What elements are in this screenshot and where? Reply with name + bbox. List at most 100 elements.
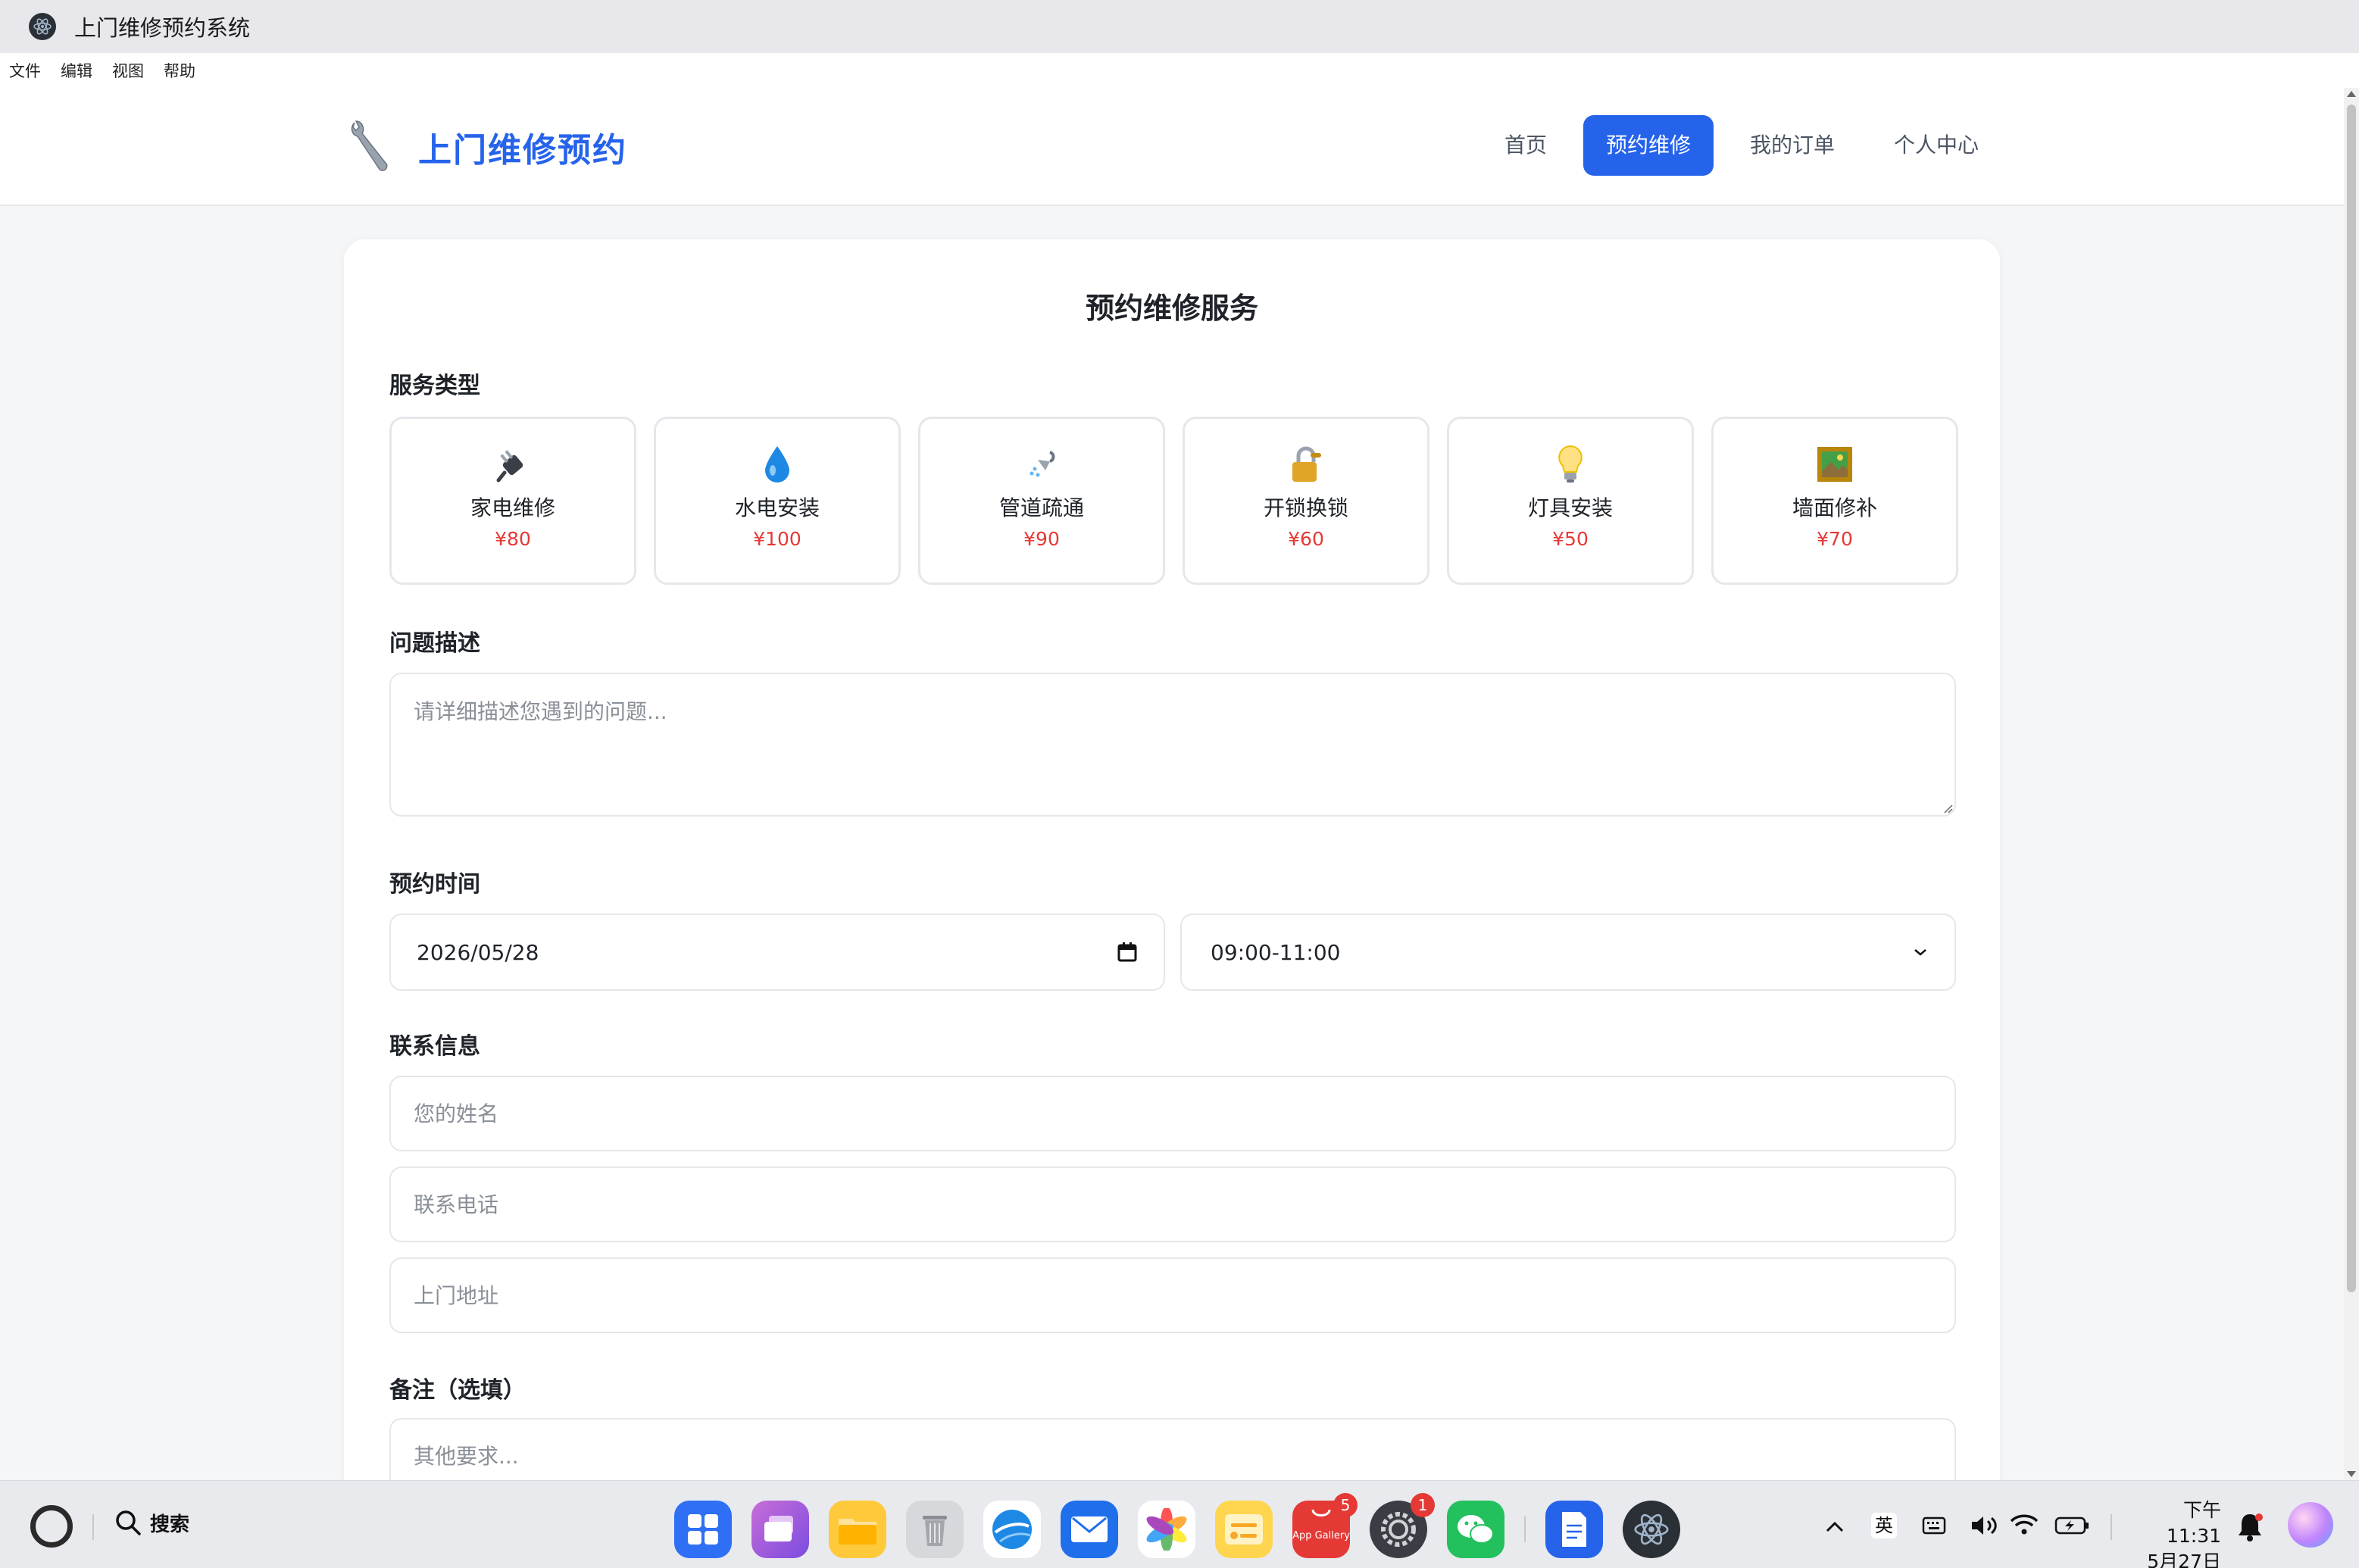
address-field[interactable] bbox=[389, 1257, 1956, 1333]
service-option-lock[interactable]: 开锁换锁 ¥60 bbox=[1183, 417, 1429, 585]
plug-icon bbox=[492, 443, 534, 486]
lock-key-icon bbox=[1285, 443, 1327, 486]
service-option-wall-repair[interactable]: 墙面修补 ¥70 bbox=[1711, 417, 1958, 585]
service-option-pipe-unclog[interactable]: 管道疏通 ¥90 bbox=[918, 417, 1165, 585]
volume-icon[interactable] bbox=[1970, 1514, 2000, 1537]
menu-view[interactable]: 视图 bbox=[112, 59, 144, 82]
keyboard-icon[interactable] bbox=[1921, 1514, 1947, 1537]
ime-indicator[interactable]: 英 bbox=[1871, 1513, 1897, 1538]
notification-badge: 5 bbox=[1333, 1493, 1358, 1517]
photos-icon[interactable] bbox=[1138, 1501, 1195, 1558]
battery-icon[interactable] bbox=[2054, 1516, 2089, 1535]
service-name: 灯具安装 bbox=[1527, 495, 1613, 520]
notes-icon[interactable] bbox=[1215, 1501, 1273, 1558]
phone-field[interactable] bbox=[389, 1167, 1956, 1242]
problem-description-input[interactable] bbox=[389, 673, 1956, 817]
main-nav: 首页 预约维修 我的订单 个人中心 bbox=[1482, 115, 2015, 176]
taskbar-search[interactable]: 搜索 bbox=[114, 1508, 189, 1537]
nav-home[interactable]: 首页 bbox=[1482, 115, 1570, 176]
wrench-icon bbox=[351, 120, 388, 171]
calendar-icon[interactable] bbox=[1117, 942, 1138, 963]
appointment-time-label: 预约时间 bbox=[389, 871, 480, 898]
trash-icon[interactable] bbox=[906, 1501, 964, 1558]
menu-edit[interactable]: 编辑 bbox=[61, 59, 92, 82]
browser-icon[interactable] bbox=[983, 1501, 1041, 1558]
brand[interactable]: 上门维修预约 bbox=[348, 118, 627, 176]
problem-label: 问题描述 bbox=[389, 630, 480, 657]
service-option-appliance[interactable]: 家电维修 ¥80 bbox=[389, 417, 636, 585]
light-bulb-icon bbox=[1549, 443, 1592, 486]
notification-badge: 1 bbox=[1411, 1493, 1435, 1517]
service-type-grid: 家电维修 ¥80 水电安装 ¥100 管道疏通 ¥90 开锁换锁 ¥60 灯具安… bbox=[389, 417, 1976, 585]
app-header: 上门维修预约 首页 预约维修 我的订单 个人中心 bbox=[0, 88, 2344, 206]
date-picker[interactable]: 2026/05/28 bbox=[389, 914, 1165, 991]
scroll-up-icon[interactable] bbox=[2347, 91, 2356, 97]
settings-icon[interactable]: 1 bbox=[1370, 1493, 1435, 1558]
wechat-icon[interactable] bbox=[1447, 1501, 1504, 1558]
wifi-icon[interactable] bbox=[2009, 1513, 2039, 1537]
nav-book-repair[interactable]: 预约维修 bbox=[1583, 115, 1714, 176]
app-gallery-icon[interactable]: App Gallery 5 bbox=[1292, 1493, 1358, 1558]
nav-my-orders[interactable]: 我的订单 bbox=[1727, 115, 1858, 176]
assistant-orb-icon[interactable] bbox=[2288, 1502, 2333, 1548]
electron-app-icon bbox=[29, 13, 56, 40]
mail-icon[interactable] bbox=[1061, 1501, 1118, 1558]
chevron-up-icon[interactable] bbox=[1824, 1520, 1845, 1534]
service-price: ¥90 bbox=[1023, 528, 1060, 550]
taskbar-divider bbox=[92, 1514, 94, 1540]
search-icon bbox=[116, 1510, 141, 1535]
service-type-label: 服务类型 bbox=[389, 373, 480, 399]
service-price: ¥60 bbox=[1288, 528, 1324, 550]
notification-bell-icon[interactable] bbox=[2236, 1511, 2264, 1541]
electron-app-dock-icon[interactable] bbox=[1623, 1501, 1680, 1558]
taskbar-clock[interactable]: 下午11:31 5月27日 bbox=[2129, 1498, 2221, 1568]
service-name: 家电维修 bbox=[470, 495, 555, 520]
search-label: 搜索 bbox=[150, 1513, 190, 1536]
docs-icon[interactable] bbox=[1545, 1501, 1603, 1558]
shower-icon bbox=[1020, 443, 1063, 486]
start-button[interactable] bbox=[30, 1505, 73, 1548]
service-price: ¥70 bbox=[1817, 528, 1853, 550]
service-name: 墙面修补 bbox=[1792, 495, 1877, 520]
remark-input[interactable] bbox=[391, 1443, 1954, 1469]
tray-divider bbox=[2111, 1514, 2112, 1540]
contact-info-label: 联系信息 bbox=[389, 1033, 480, 1060]
multitask-icon[interactable] bbox=[751, 1501, 809, 1558]
ime-label: 英 bbox=[1875, 1515, 1893, 1536]
name-input[interactable] bbox=[391, 1101, 1954, 1126]
taskbar: 搜索 App Gallery 5 1 英 下午11:31 5月27日 bbox=[0, 1480, 2359, 1568]
window-title: 上门维修预约系统 bbox=[74, 15, 251, 41]
dock-divider bbox=[1524, 1516, 1526, 1542]
scroll-down-icon[interactable] bbox=[2347, 1471, 2356, 1477]
name-field[interactable] bbox=[389, 1076, 1956, 1151]
menu-bar: 文件 编辑 视图 帮助 bbox=[0, 53, 2359, 88]
date-value: 2026/05/28 bbox=[417, 939, 539, 965]
clock-time: 下午11:31 bbox=[2166, 1499, 2221, 1547]
launcher-icon[interactable] bbox=[674, 1501, 732, 1558]
remark-label: 备注（选填） bbox=[389, 1377, 526, 1404]
scrollbar-thumb[interactable] bbox=[2347, 105, 2356, 1292]
time-slot-select[interactable]: 09:00-11:00 bbox=[1180, 914, 1956, 991]
window-titlebar: 上门维修预约系统 bbox=[0, 0, 2359, 53]
files-icon[interactable] bbox=[829, 1501, 886, 1558]
water-drop-icon bbox=[756, 443, 798, 486]
chevron-down-icon bbox=[1914, 949, 1926, 956]
service-price: ¥80 bbox=[495, 528, 531, 550]
page-scrollbar[interactable] bbox=[2344, 88, 2359, 1480]
nav-profile[interactable]: 个人中心 bbox=[1871, 115, 2001, 176]
service-option-lighting[interactable]: 灯具安装 ¥50 bbox=[1447, 417, 1694, 585]
service-name: 水电安装 bbox=[734, 495, 820, 520]
service-option-plumbing-electric[interactable]: 水电安装 ¥100 bbox=[654, 417, 901, 585]
time-slot-value: 09:00-11:00 bbox=[1211, 939, 1341, 965]
menu-file[interactable]: 文件 bbox=[9, 59, 41, 82]
dock: App Gallery 5 1 bbox=[674, 1493, 1700, 1558]
address-input[interactable] bbox=[391, 1282, 1954, 1308]
service-name: 开锁换锁 bbox=[1263, 495, 1348, 520]
resize-grip-icon[interactable] bbox=[1942, 803, 1953, 814]
menu-help[interactable]: 帮助 bbox=[164, 59, 195, 82]
service-price: ¥50 bbox=[1552, 528, 1589, 550]
form-title: 预约维修服务 bbox=[1085, 292, 1258, 325]
brand-name: 上门维修预约 bbox=[418, 131, 627, 170]
booking-form-card: 预约维修服务 服务类型 家电维修 ¥80 水电安装 ¥100 管道疏通 ¥90 bbox=[344, 239, 2000, 1527]
phone-input[interactable] bbox=[391, 1192, 1954, 1217]
